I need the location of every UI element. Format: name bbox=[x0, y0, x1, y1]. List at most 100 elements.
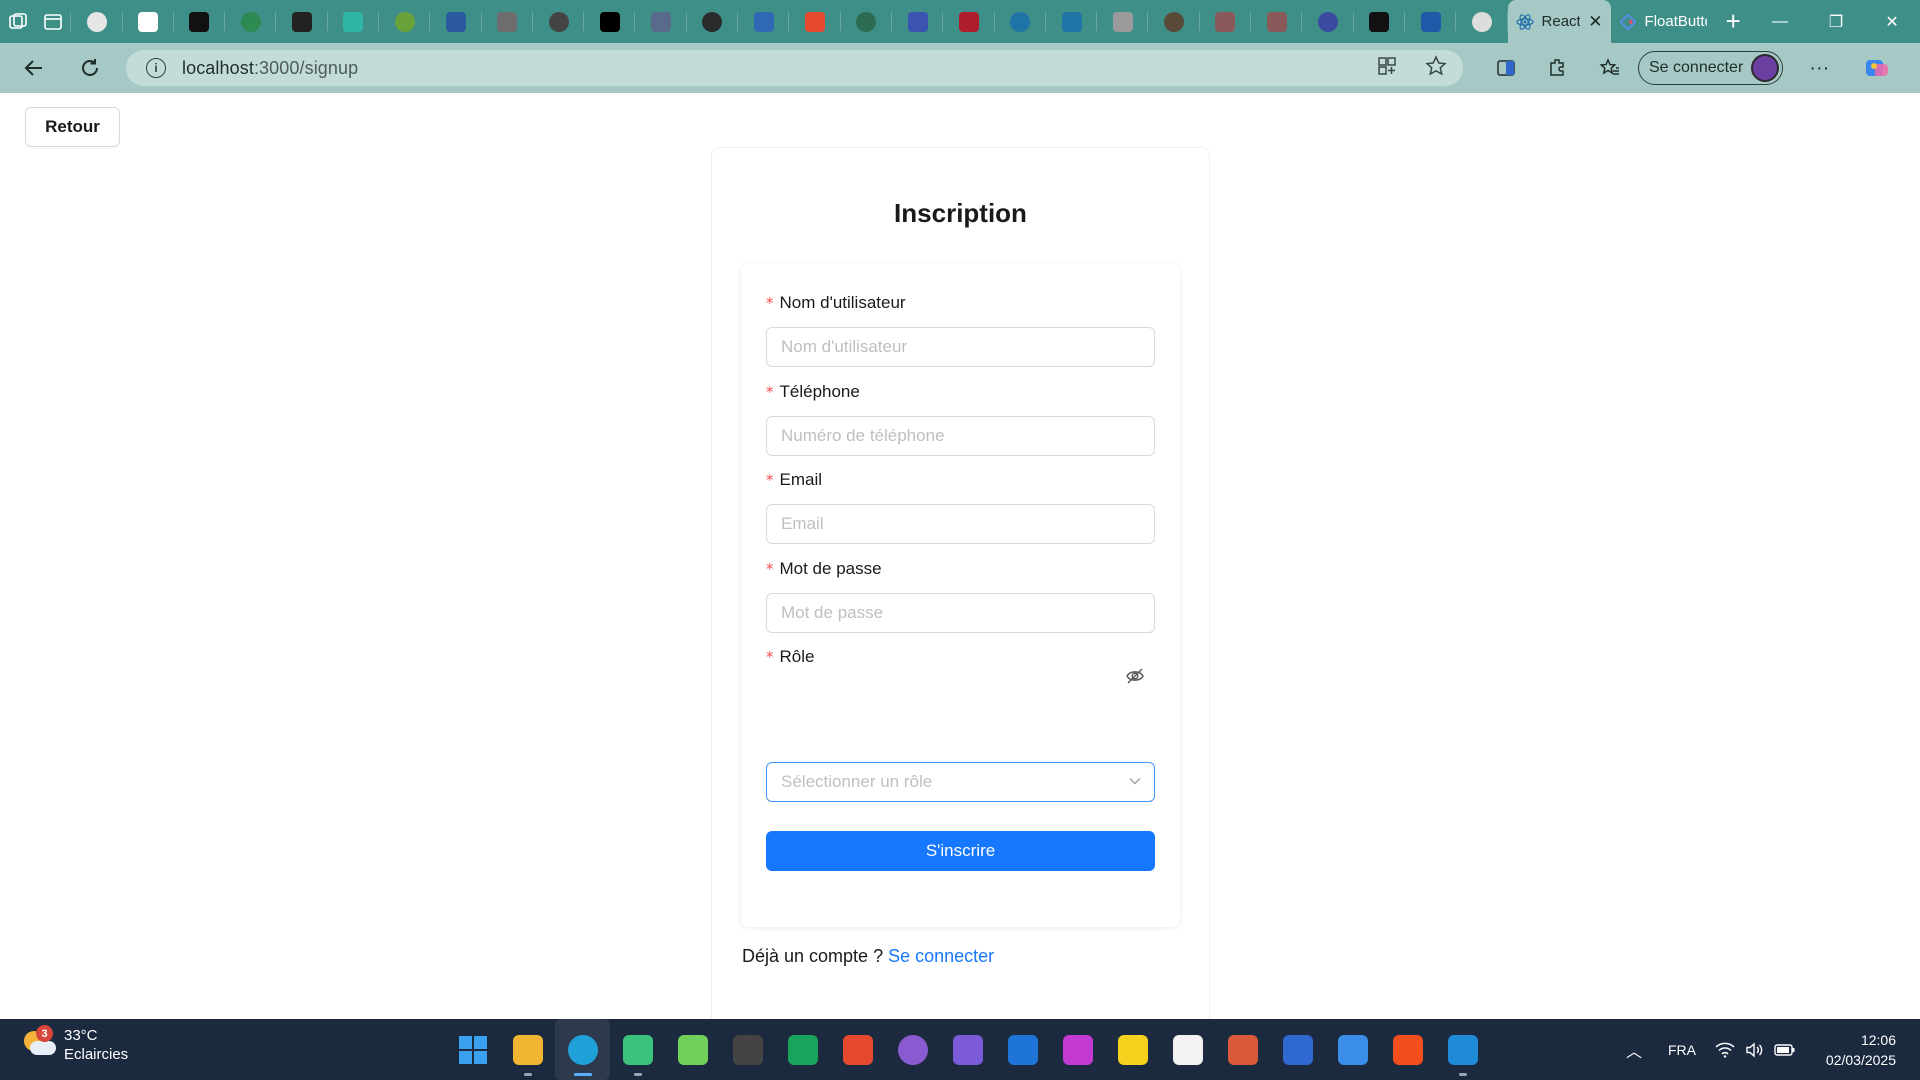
tab-icon-19[interactable] bbox=[995, 0, 1047, 43]
tab-icon-28[interactable] bbox=[1456, 0, 1508, 43]
battery-icon[interactable] bbox=[1770, 1043, 1800, 1057]
tab-icon-15[interactable] bbox=[789, 0, 841, 43]
wifi-icon[interactable] bbox=[1710, 1042, 1740, 1058]
tab-icon-16-favicon-icon bbox=[856, 11, 877, 32]
role-label-text: Rôle bbox=[779, 647, 815, 666]
trello-icon[interactable] bbox=[995, 1019, 1050, 1080]
app-icon-4[interactable] bbox=[610, 1019, 665, 1080]
tab-icon-22[interactable] bbox=[1148, 0, 1201, 43]
minimize-icon[interactable]: — bbox=[1752, 0, 1808, 43]
tab-floatbutton[interactable]: FloatButton bbox=[1611, 0, 1715, 43]
required-mark: * bbox=[766, 648, 774, 666]
favorite-star-icon[interactable] bbox=[1425, 54, 1447, 82]
tab-icon-8[interactable] bbox=[430, 0, 482, 43]
tab-icon-11[interactable] bbox=[584, 0, 636, 43]
tab-icon-13[interactable] bbox=[687, 0, 739, 43]
tab-actions-icon[interactable] bbox=[36, 0, 72, 43]
close-tab-icon[interactable]: ✕ bbox=[1588, 12, 1602, 32]
tab-icon-24[interactable] bbox=[1251, 0, 1303, 43]
tab-icon-6[interactable] bbox=[328, 0, 380, 43]
app-icon-14[interactable] bbox=[1160, 1019, 1215, 1080]
app-icon-5[interactable] bbox=[665, 1019, 720, 1080]
system-tray: ︿ FRA 12:06 02/03/2025 bbox=[1614, 1019, 1920, 1080]
new-tab-button[interactable]: + bbox=[1715, 0, 1752, 43]
tab-icon-2[interactable] bbox=[123, 0, 175, 43]
tab-icon-18[interactable] bbox=[943, 0, 995, 43]
tab-icon-14[interactable] bbox=[738, 0, 790, 43]
app-icon-10[interactable] bbox=[940, 1019, 995, 1080]
tab-react[interactable]: React ✕ bbox=[1507, 0, 1611, 43]
tab-icon-1[interactable] bbox=[71, 0, 123, 43]
tab-icon-16[interactable] bbox=[841, 0, 893, 43]
workspaces-icon[interactable] bbox=[0, 0, 36, 43]
clock[interactable]: 12:06 02/03/2025 bbox=[1800, 1030, 1920, 1070]
role-label: * Rôle bbox=[766, 647, 814, 667]
show-hidden-icons-icon[interactable]: ︿ bbox=[1614, 1038, 1654, 1062]
tab-icon-8-favicon-icon bbox=[445, 11, 466, 32]
tab-icon-17[interactable] bbox=[892, 0, 944, 43]
app-icon-12[interactable] bbox=[1050, 1019, 1105, 1080]
figma-icon[interactable] bbox=[1380, 1019, 1435, 1080]
copilot-icon[interactable] bbox=[1855, 48, 1899, 88]
tab-icon-12[interactable] bbox=[635, 0, 688, 43]
tab-icon-5-favicon-icon bbox=[292, 11, 313, 32]
favorites-icon[interactable] bbox=[1588, 48, 1632, 88]
tab-icon-3[interactable] bbox=[174, 0, 226, 43]
back-button[interactable]: Retour bbox=[25, 107, 120, 147]
tab-icon-23[interactable] bbox=[1200, 0, 1252, 43]
login-link[interactable]: Se connecter bbox=[888, 946, 994, 966]
time: 12:06 bbox=[1860, 1031, 1896, 1048]
tab-icon-2-favicon-icon bbox=[138, 11, 159, 32]
app-available-icon[interactable] bbox=[1377, 56, 1397, 81]
edge-icon[interactable] bbox=[555, 1019, 610, 1080]
tab-icon-10[interactable] bbox=[533, 0, 585, 43]
refresh-icon[interactable] bbox=[68, 48, 112, 88]
tab-icon-25[interactable] bbox=[1302, 0, 1354, 43]
close-window-icon[interactable]: ✕ bbox=[1864, 0, 1920, 43]
app-icon-7[interactable] bbox=[775, 1019, 830, 1080]
more-menu-icon[interactable]: ··· bbox=[1797, 48, 1841, 88]
username-input[interactable] bbox=[766, 327, 1155, 367]
phone-input[interactable] bbox=[766, 416, 1155, 456]
app-icon-17[interactable] bbox=[1325, 1019, 1380, 1080]
tab-icon-4[interactable] bbox=[225, 0, 277, 43]
address-bar[interactable]: i localhost:3000/signup bbox=[126, 50, 1463, 86]
role-select[interactable]: Sélectionner un rôle bbox=[766, 762, 1155, 802]
tab-icon-20[interactable] bbox=[1046, 0, 1098, 43]
site-info-icon[interactable]: i bbox=[146, 58, 166, 78]
weather-icon: 3 bbox=[22, 1025, 56, 1061]
split-screen-icon[interactable] bbox=[1484, 48, 1528, 88]
tab-icon-5[interactable] bbox=[276, 0, 329, 43]
volume-icon[interactable] bbox=[1740, 1041, 1770, 1058]
tab-icon-7[interactable] bbox=[379, 0, 431, 43]
app-icon-6[interactable] bbox=[720, 1019, 775, 1080]
file-explorer-icon[interactable] bbox=[500, 1019, 555, 1080]
email-input[interactable] bbox=[766, 504, 1155, 544]
tab-icon-21[interactable] bbox=[1097, 0, 1149, 43]
profile-signin-button[interactable]: Se connecter bbox=[1638, 51, 1784, 85]
tab-icon-7-favicon-icon bbox=[394, 11, 415, 32]
tab-icon-24-favicon-icon bbox=[1266, 11, 1287, 32]
back-arrow-icon[interactable] bbox=[12, 48, 56, 88]
restore-icon[interactable]: ❐ bbox=[1808, 0, 1864, 43]
app-icon-8[interactable] bbox=[830, 1019, 885, 1080]
weather-widget[interactable]: 3 33°C Eclaircies bbox=[22, 1025, 128, 1065]
username-label: * Nom d'utilisateur bbox=[766, 293, 906, 313]
required-mark: * bbox=[766, 560, 774, 578]
eye-invisible-icon[interactable] bbox=[1125, 667, 1145, 685]
tab-icon-9[interactable] bbox=[482, 0, 534, 43]
tab-icon-26[interactable] bbox=[1354, 0, 1406, 43]
start-icon[interactable] bbox=[445, 1019, 500, 1080]
extensions-icon[interactable] bbox=[1536, 48, 1580, 88]
miro-icon[interactable] bbox=[1105, 1019, 1160, 1080]
tab-icon-17-favicon-icon bbox=[907, 11, 928, 32]
app-icon-16[interactable] bbox=[1270, 1019, 1325, 1080]
language-indicator[interactable]: FRA bbox=[1654, 1042, 1710, 1058]
vscode-icon[interactable] bbox=[1435, 1019, 1490, 1080]
tab-icon-27[interactable] bbox=[1405, 0, 1457, 43]
signup-submit-button[interactable]: S'inscrire bbox=[766, 831, 1155, 871]
app-icon-15[interactable] bbox=[1215, 1019, 1270, 1080]
github-icon[interactable] bbox=[885, 1019, 940, 1080]
url-host: localhost bbox=[182, 57, 254, 78]
password-input[interactable] bbox=[766, 593, 1155, 633]
